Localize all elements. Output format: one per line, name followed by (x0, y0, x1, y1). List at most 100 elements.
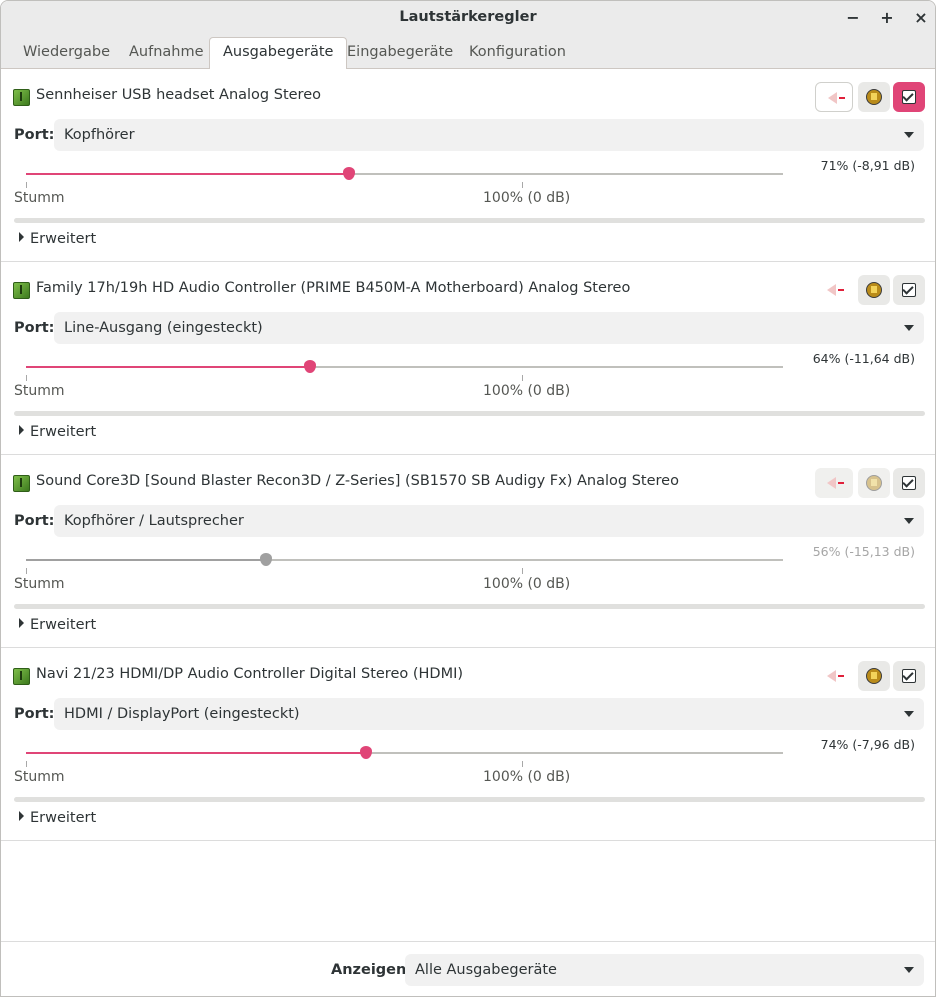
window: Lautstärkeregler − + × Wiedergabe Aufnah… (0, 0, 936, 997)
advanced-expander[interactable]: Erweitert (19, 231, 96, 247)
tick-100 (522, 375, 523, 381)
chevron-down-icon (904, 711, 914, 717)
device-name: Sound Core3D [Sound Blaster Recon3D / Z-… (36, 473, 679, 489)
lock-icon (866, 282, 882, 298)
hundred-mark-label: 100% (0 dB) (483, 576, 571, 592)
advanced-expander[interactable]: Erweitert (19, 810, 96, 826)
tick-100 (522, 568, 523, 574)
chevron-right-icon (19, 425, 24, 435)
chevron-right-icon (19, 232, 24, 242)
mute-button[interactable] (815, 82, 853, 112)
port-label: Port: (14, 706, 55, 722)
mute-button[interactable] (815, 468, 853, 498)
lock-channels-button[interactable] (858, 275, 890, 305)
device-name: Navi 21/23 HDMI/DP Audio Controller Digi… (36, 666, 464, 682)
mute-mark-label: Stumm (14, 576, 65, 592)
volume-slider[interactable] (26, 167, 783, 180)
lock-channels-button[interactable] (858, 468, 890, 498)
device-family-17h: Family 17h/19h HD Audio Controller (PRIM… (1, 262, 935, 455)
mute-button[interactable] (815, 275, 853, 305)
set-default-button[interactable] (893, 82, 925, 112)
volume-readout: 64% (-11,64 dB) (812, 351, 915, 366)
speaker-muted-icon (827, 670, 836, 682)
titlebar: Lautstärkeregler − + × (1, 1, 935, 34)
device-navi-hdmi: Navi 21/23 HDMI/DP Audio Controller Digi… (1, 648, 935, 841)
show-filter-value: Alle Ausgabegeräte (415, 962, 557, 978)
volume-handle[interactable] (260, 553, 272, 566)
tick-mute (26, 182, 27, 188)
device-name: Family 17h/19h HD Audio Controller (PRIM… (36, 280, 631, 296)
peak-meter (14, 797, 925, 802)
window-title: Lautstärkeregler (399, 9, 537, 25)
peak-meter (14, 218, 925, 223)
tab-aufnahme[interactable]: Aufnahme (116, 38, 217, 67)
show-label: Anzeigen: (331, 962, 413, 978)
port-value: HDMI / DisplayPort (eingesteckt) (64, 706, 300, 722)
port-label: Port: (14, 127, 55, 143)
checkbox-icon (902, 476, 916, 490)
device-sound-core3d: Sound Core3D [Sound Blaster Recon3D / Z-… (1, 455, 935, 648)
tick-100 (522, 182, 523, 188)
volume-handle[interactable] (304, 360, 316, 373)
volume-handle[interactable] (360, 746, 372, 759)
minimize-button[interactable]: − (843, 8, 863, 28)
lock-icon (866, 475, 882, 491)
tab-bar: Wiedergabe Aufnahme Ausgabegeräte Eingab… (1, 34, 935, 69)
tab-eingabegeraete[interactable]: Eingabegeräte (334, 38, 466, 67)
hundred-mark-label: 100% (0 dB) (483, 190, 571, 206)
show-filter-select[interactable]: Alle Ausgabegeräte (405, 954, 924, 986)
checkbox-icon (902, 669, 916, 683)
sound-card-icon (13, 282, 30, 299)
lock-channels-button[interactable] (858, 661, 890, 691)
port-select[interactable]: Kopfhörer (54, 119, 924, 151)
chevron-down-icon (904, 325, 914, 331)
volume-slider[interactable] (26, 360, 783, 373)
mute-mark-label: Stumm (14, 383, 65, 399)
footer-bar: Anzeigen: Alle Ausgabegeräte (1, 941, 935, 996)
maximize-button[interactable]: + (877, 8, 897, 28)
peak-meter (14, 604, 925, 609)
port-select[interactable]: Line-Ausgang (eingesteckt) (54, 312, 924, 344)
mute-button[interactable] (815, 661, 853, 691)
chevron-right-icon (19, 618, 24, 628)
volume-readout: 74% (-7,96 dB) (820, 737, 915, 752)
advanced-expander[interactable]: Erweitert (19, 424, 96, 440)
volume-slider[interactable] (26, 553, 783, 566)
mute-mark-label: Stumm (14, 190, 65, 206)
speaker-muted-icon (828, 92, 837, 104)
port-select[interactable]: HDMI / DisplayPort (eingesteckt) (54, 698, 924, 730)
speaker-muted-icon (827, 477, 836, 489)
sound-card-icon (13, 89, 30, 106)
port-value: Line-Ausgang (eingesteckt) (64, 320, 263, 336)
advanced-expander[interactable]: Erweitert (19, 617, 96, 633)
set-default-button[interactable] (893, 275, 925, 305)
tab-ausgabegeraete[interactable]: Ausgabegeräte (209, 37, 348, 69)
port-value: Kopfhörer / Lautsprecher (64, 513, 244, 529)
device-sennheiser: Sennheiser USB headset Analog Stereo Por… (1, 69, 935, 262)
port-label: Port: (14, 320, 55, 336)
tick-mute (26, 375, 27, 381)
volume-readout: 71% (-8,91 dB) (820, 158, 915, 173)
hundred-mark-label: 100% (0 dB) (483, 383, 571, 399)
checkbox-icon (902, 283, 916, 297)
advanced-label: Erweitert (30, 810, 97, 826)
volume-handle[interactable] (343, 167, 355, 180)
peak-meter (14, 411, 925, 416)
advanced-label: Erweitert (30, 617, 97, 633)
tick-mute (26, 761, 27, 767)
port-select[interactable]: Kopfhörer / Lautsprecher (54, 505, 924, 537)
lock-channels-button[interactable] (858, 82, 890, 112)
volume-slider[interactable] (26, 746, 783, 759)
tab-wiedergabe[interactable]: Wiedergabe (10, 38, 123, 67)
set-default-button[interactable] (893, 661, 925, 691)
volume-fill (26, 366, 310, 368)
volume-fill (26, 752, 366, 754)
volume-fill (26, 173, 349, 175)
tab-konfiguration[interactable]: Konfiguration (456, 38, 579, 67)
chevron-down-icon (904, 967, 914, 973)
close-button[interactable]: × (911, 8, 931, 28)
set-default-button[interactable] (893, 468, 925, 498)
chevron-right-icon (19, 811, 24, 821)
port-label: Port: (14, 513, 55, 529)
device-name: Sennheiser USB headset Analog Stereo (36, 87, 321, 103)
